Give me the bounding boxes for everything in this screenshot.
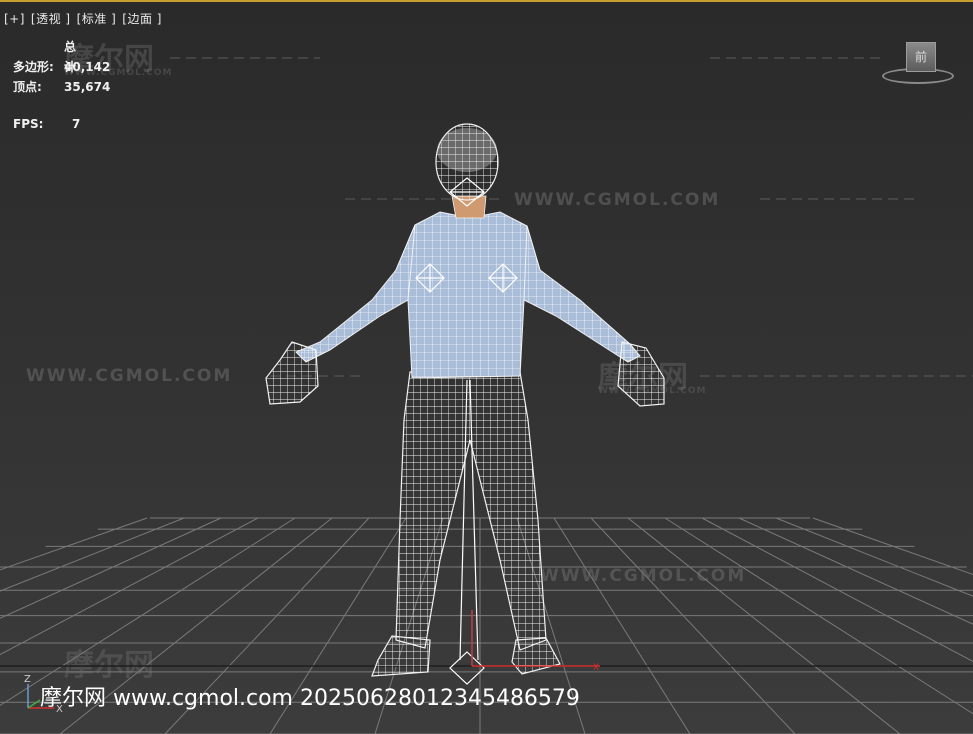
polygons-value: 40,142 xyxy=(64,60,111,74)
polygons-label: 多边形: xyxy=(13,60,54,74)
axis-z-label: Z xyxy=(24,674,31,685)
shirt-torso xyxy=(395,211,541,379)
viewcube-navigator[interactable]: 前 xyxy=(878,38,954,88)
fps-value: 7 xyxy=(72,117,81,131)
image-caption-watermark: 摩尔网 www.cgmol.com 20250628012345486579 xyxy=(40,686,580,711)
shirt-left-arm xyxy=(295,224,416,363)
vertices-label: 顶点: xyxy=(13,80,42,94)
fps-readout: FPS: 7 xyxy=(13,117,80,131)
left-shoe-wireframe xyxy=(371,635,431,677)
viewport-perspective[interactable]: [+] [透视 ] [标准 ] [边面 ] 摩尔网 WWW.CGMOL.COM 摩尔网 W… xyxy=(0,0,973,734)
character-wireframe-model[interactable]: X xyxy=(265,123,665,685)
viewcube-front-face[interactable]: 前 xyxy=(906,42,936,72)
left-hand-wireframe xyxy=(265,341,319,405)
fps-label: FPS: xyxy=(13,117,44,131)
guide-lines xyxy=(170,57,973,377)
pivot-x-label: X xyxy=(593,663,599,673)
scene-canvas[interactable]: X Z X xyxy=(0,0,973,734)
right-hand-wireframe xyxy=(617,341,665,407)
vertices-value: 35,674 xyxy=(64,80,111,94)
